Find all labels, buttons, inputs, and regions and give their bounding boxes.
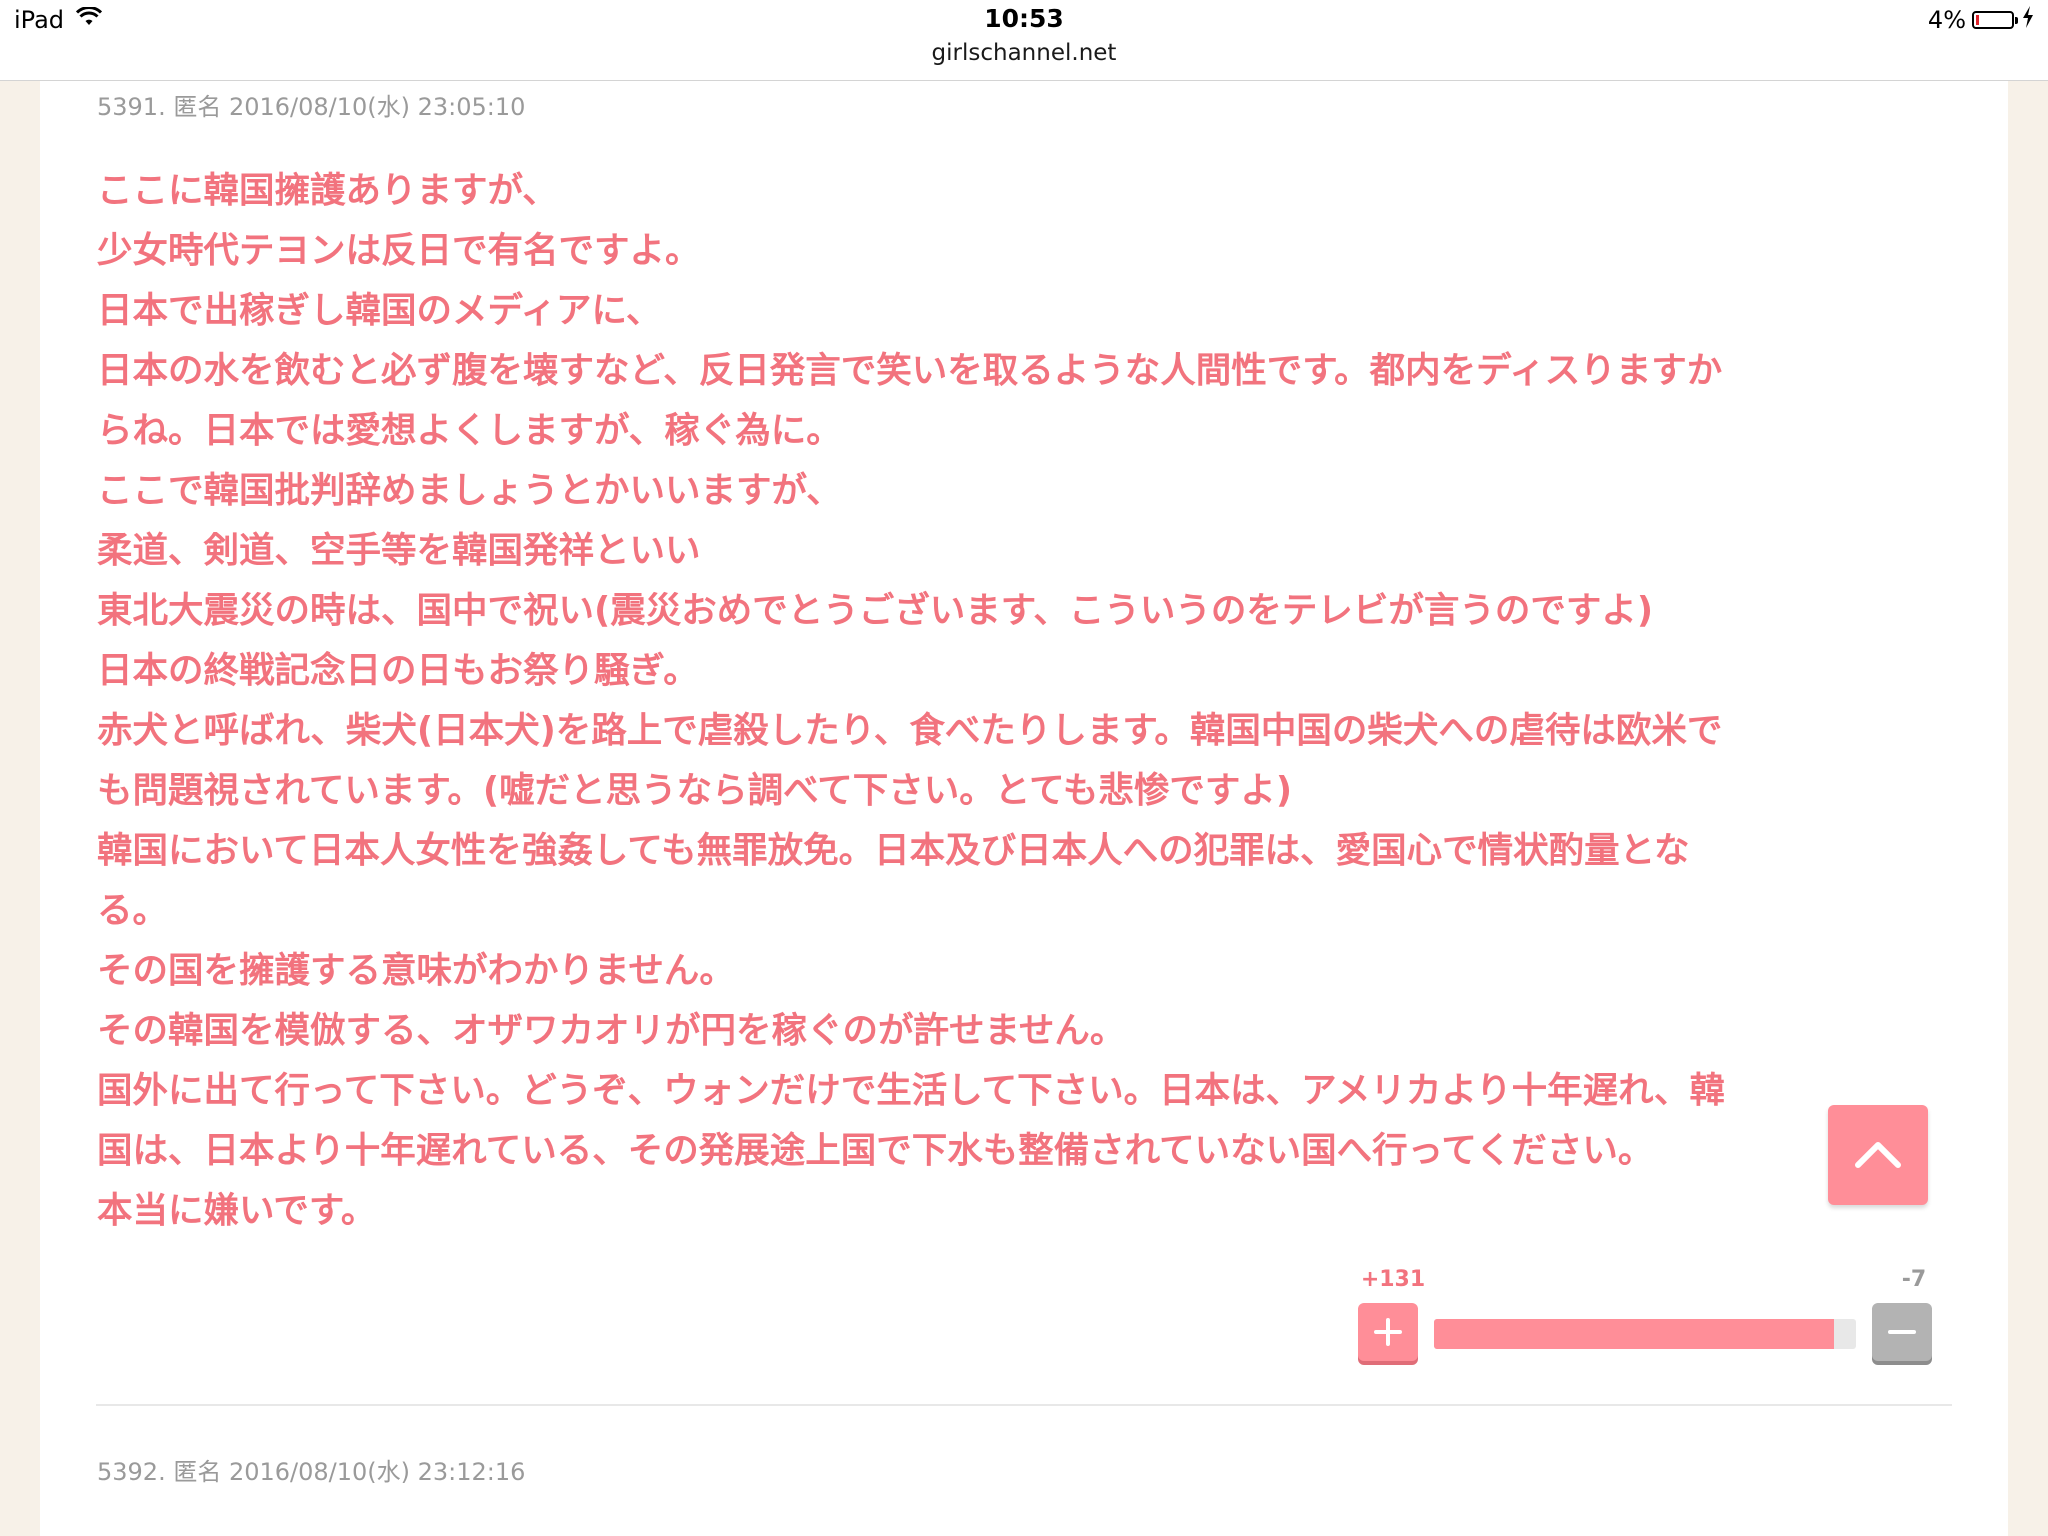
comment-line: 国は、日本より十年遅れている、その発展途上国で下水も整備されていない国へ行ってく… [97,1130,1654,1171]
minus-vote-count: -7 [1901,1267,1927,1292]
vote-ratio-fill [1434,1319,1835,1349]
comment-line: 赤犬と呼ばれ、柴犬(日本犬)を路上で虐殺したり、食べたりします。韓国中国の柴犬へ… [97,710,1723,751]
comment-line: る。 [97,890,169,931]
comment-list: 5391. 匿名 2016/08/10(水) 23:05:10 ここに韓国擁護あ… [40,81,2008,1536]
vote-ratio-bar [1434,1319,1856,1349]
battery-icon [1972,11,2018,29]
comment-line: 本当に嫌いです。 [97,1190,377,1231]
comment-line: も問題視されています。(嘘だと思うなら調べて下さい。とても悲惨ですよ) [97,770,1293,811]
comment-line: 国外に出て行って下さい。どうぞ、ウォンだけで生活して下さい。日本は、アメリカより… [97,1070,1726,1111]
comment-line: 日本の水を飲むと必ず腹を壊すなど、反日発言で笑いを取るような人間性です。都内をデ… [97,350,1723,391]
comment-meta: 5391. 匿名 2016/08/10(水) 23:05:10 [97,93,526,121]
comment-line: らね。日本では愛想よくしますが、稼ぐ為に。 [97,410,842,451]
comment-line: 柔道、剣道、空手等を韓国発祥といい [97,530,701,571]
chevron-up-icon [1855,1142,1901,1168]
charging-icon [2022,6,2034,34]
comment-line: 少女時代テヨンは反日で有名ですよ。 [97,230,701,271]
minus-icon [1888,1330,1916,1334]
comment-line: ここに韓国擁護ありますが、 [97,170,558,211]
comment-line: 韓国において日本人女性を強姦しても無罪放免。日本及び日本人への犯罪は、愛国心で情… [97,830,1690,871]
comment-line: ここで韓国批判辞めましょうとかいいますが、 [97,470,842,511]
comment-line: 日本で出稼ぎし韓国のメディアに、 [97,290,662,331]
plus-vote-button[interactable] [1358,1303,1418,1361]
comment-divider [96,1404,1952,1406]
minus-vote-button[interactable] [1872,1303,1932,1361]
status-bar: iPad 10:53 girlschannel.net 4% [0,0,2048,81]
address-bar-url[interactable]: girlschannel.net [0,40,2048,66]
comment-line: その韓国を模倣する、オザワカオリが円を稼ぐのが許せません。 [97,1010,1126,1051]
plus-icon [1374,1318,1402,1346]
comment-line: 東北大震災の時は、国中で祝い(震災おめでとうございます、こういうのをテレビが言う… [97,590,1654,631]
comment-line: その国を擁護する意味がわかりません。 [97,950,735,991]
comment-line: 日本の終戦記念日の日もお祭り騒ぎ。 [97,650,699,691]
battery-percentage: 4% [1927,6,1966,34]
comment-meta: 5392. 匿名 2016/08/10(水) 23:12:16 [97,1458,526,1486]
comment-body: ここに韓国擁護ありますが、 少女時代テヨンは反日で有名ですよ。 日本で出稼ぎし韓… [97,161,1987,1241]
clock: 10:53 [984,4,1064,33]
status-right: 4% [1928,6,2034,34]
plus-vote-count: +131 [1360,1267,1426,1292]
scroll-to-top-button[interactable] [1828,1105,1928,1205]
